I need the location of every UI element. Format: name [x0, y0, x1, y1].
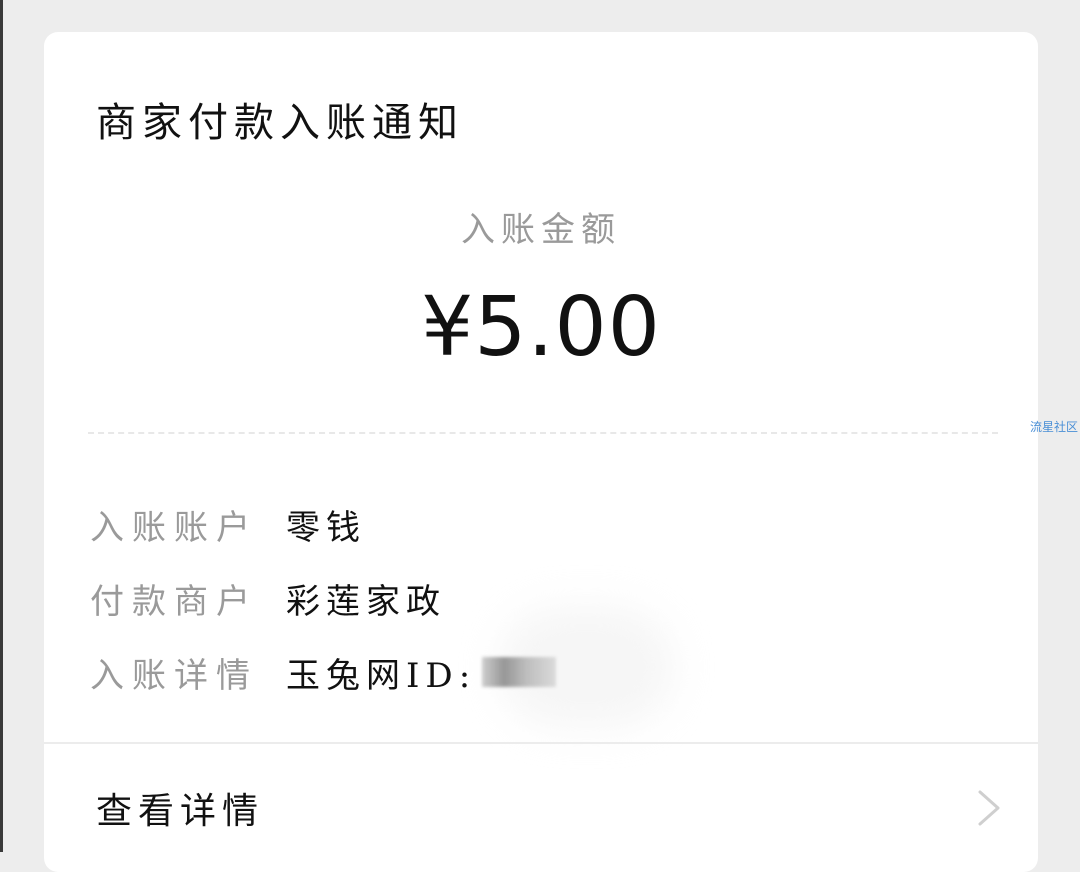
card-title: 商家付款入账通知 — [96, 100, 464, 146]
redacted-id-block — [482, 657, 557, 687]
view-details-label: 查看详情 — [96, 791, 265, 832]
row-value: 玉兔网ID: — [286, 655, 477, 696]
chevron-right-icon — [978, 790, 1000, 826]
dashed-divider — [88, 432, 998, 434]
amount-label: 入账金额 — [461, 210, 621, 250]
row-details: 入账详情 玉兔网ID: — [90, 635, 557, 709]
row-value: 零钱 — [286, 507, 366, 548]
view-details-button[interactable]: 查看详情 — [44, 744, 1038, 864]
amount-value: ¥5.00 — [421, 280, 661, 375]
row-label: 入账详情 — [90, 655, 258, 696]
row-label: 入账账户 — [90, 507, 258, 548]
row-label: 付款商户 — [90, 581, 258, 622]
row-merchant: 付款商户 彩莲家政 — [90, 561, 556, 635]
row-value: 彩莲家政 — [286, 581, 446, 622]
row-account: 入账账户 零钱 — [90, 487, 556, 561]
detail-rows: 入账账户 零钱 付款商户 彩莲家政 入账详情 玉兔网ID: — [90, 487, 557, 709]
screen-left-edge — [0, 0, 3, 852]
row-value-wrap: 玉兔网ID: — [286, 648, 557, 697]
watermark-text: 流星社区 — [1030, 420, 1079, 434]
payment-notification-card: 商家付款入账通知 入账金额 ¥5.00 入账账户 零钱 付款商户 彩莲家政 入账… — [44, 32, 1038, 872]
